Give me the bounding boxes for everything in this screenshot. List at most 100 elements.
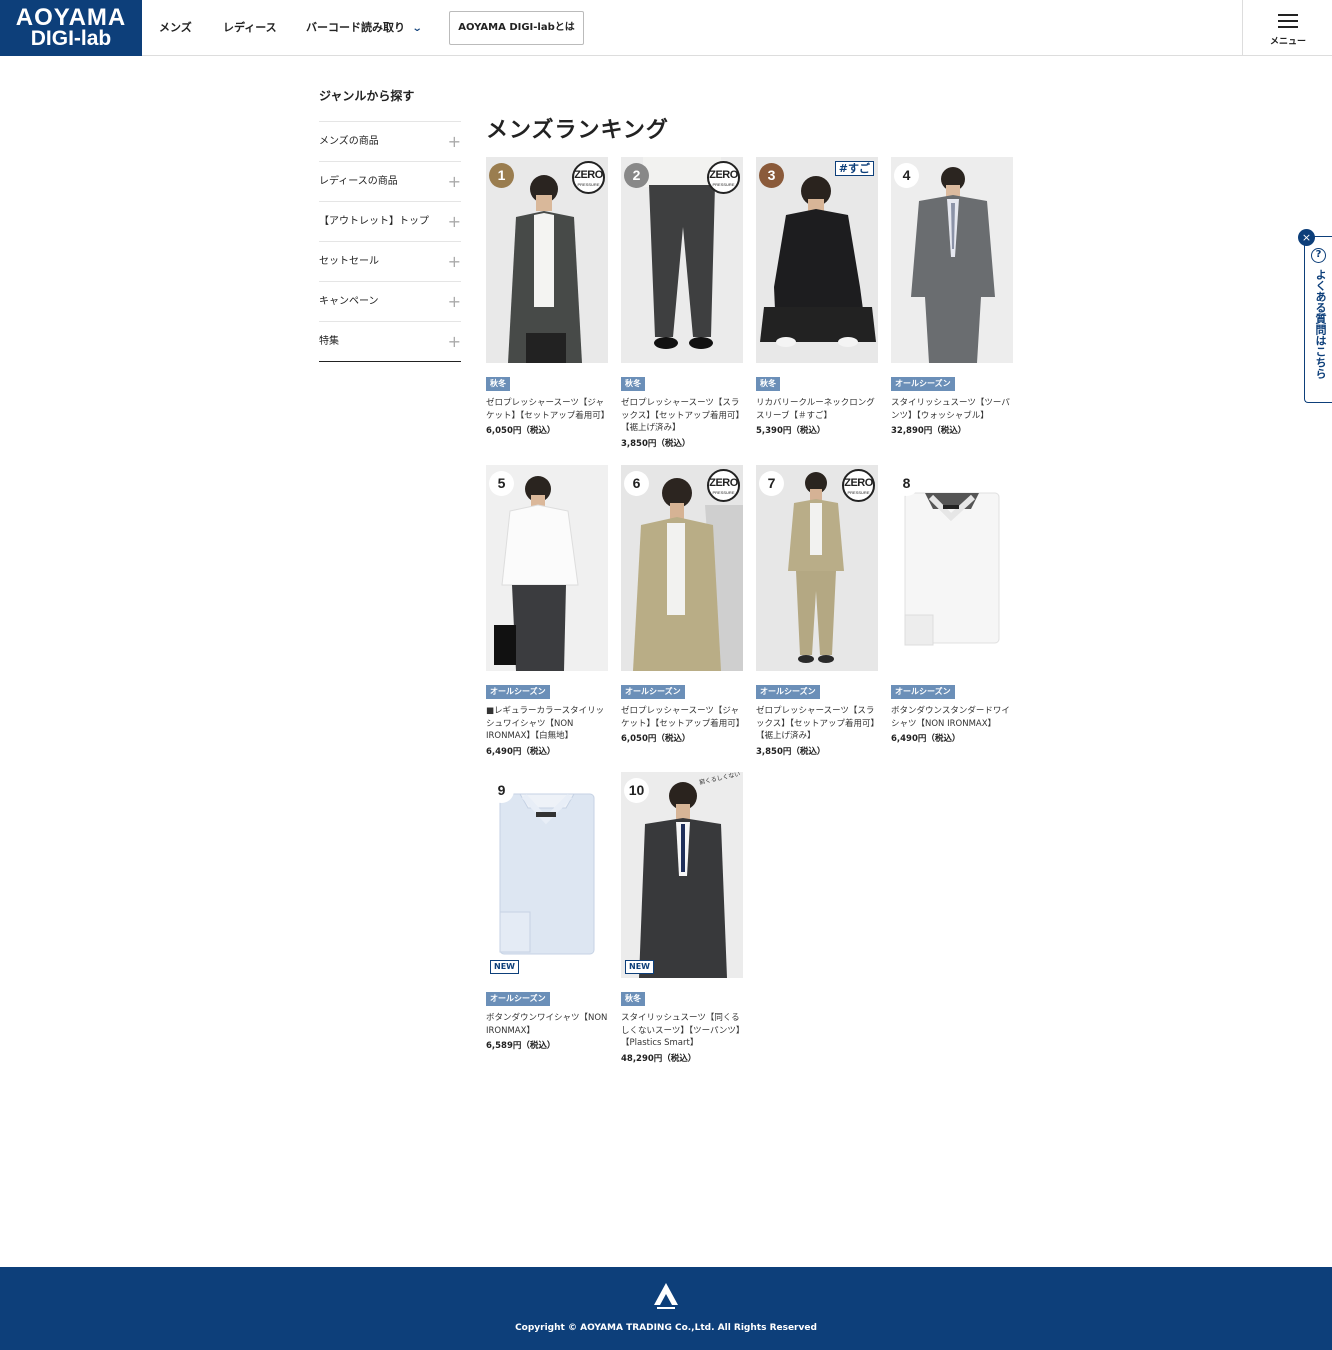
product-image[interactable]: 7 ZERO PRESSURE: [756, 465, 878, 671]
product-image[interactable]: 5: [486, 465, 608, 671]
rank-badge: 6: [624, 471, 649, 496]
folded-white-shirt-photo: [891, 465, 1013, 671]
product-card-rank-2[interactable]: 2 ZERO PRESSURE 秋冬 ゼロプレッシャースーツ【スラックス】【セット…: [621, 157, 743, 450]
rank-badge: 7: [759, 471, 784, 496]
zero-badge-text: ZERO: [709, 477, 738, 489]
plus-icon: +: [447, 332, 461, 351]
new-badge: NEW: [490, 960, 519, 974]
close-icon[interactable]: ×: [1298, 229, 1315, 246]
product-name[interactable]: スタイリッシュスーツ【ツーパンツ】【ウォッシャブル】: [891, 397, 1013, 422]
rank-badge: 10: [624, 778, 649, 803]
aoyama-footer-logo[interactable]: [651, 1281, 681, 1311]
rank-badge: 8: [894, 471, 919, 496]
season-tag: オールシーズン: [891, 685, 955, 699]
plus-icon: +: [447, 172, 461, 191]
season-tag: オールシーズン: [486, 685, 550, 699]
season-tag: 秋冬: [486, 377, 510, 391]
plus-icon: +: [447, 252, 461, 271]
product-price: 6,589円（税込）: [486, 1041, 556, 1051]
product-image[interactable]: 6 ZERO PRESSURE: [621, 465, 743, 671]
product-card-rank-9[interactable]: 9 NEW オールシーズン ボタンダウンワイシャツ【NON IRONMAX】 6…: [486, 772, 608, 1052]
rank-badge: 2: [624, 163, 649, 188]
sidebar-item-mens[interactable]: メンズの商品 +: [319, 122, 461, 162]
product-name[interactable]: ボタンダウンワイシャツ【NON IRONMAX】: [486, 1012, 608, 1037]
zero-badge-subtext: PRESSURE: [712, 182, 735, 187]
sidebar-item-set-sale[interactable]: セットセール +: [319, 242, 461, 282]
product-name[interactable]: ボタンダウンスタンダードワイシャツ【NON IRONMAX】: [891, 705, 1013, 730]
plus-icon: +: [447, 132, 461, 151]
sidebar-item-label: 特集: [319, 336, 339, 347]
sidebar-item-label: レディースの商品: [319, 176, 398, 187]
folded-blue-shirt-photo: [486, 772, 608, 978]
product-name[interactable]: リカバリークルーネックロングスリーブ【＃すご】: [756, 397, 878, 422]
product-image[interactable]: 10 窮くるしくない NEW: [621, 772, 743, 978]
product-name[interactable]: ゼロプレッシャースーツ【スラックス】【セットアップ着用可】【裾上げ済み】: [621, 397, 743, 435]
product-image[interactable]: 3 #すご: [756, 157, 878, 363]
model-white-shirt-photo: [486, 465, 608, 671]
season-tag: オールシーズン: [486, 992, 550, 1006]
sidebar-title: ジャンルから探す: [319, 86, 461, 122]
product-price: 48,290円（税込）: [621, 1053, 697, 1064]
rank-badge: 5: [489, 471, 514, 496]
product-image[interactable]: 4: [891, 157, 1013, 363]
copyright-text: Copyright © AOYAMA TRADING Co.,Ltd. All …: [515, 1323, 817, 1333]
season-tag: 秋冬: [621, 992, 645, 1006]
new-badge: NEW: [625, 960, 654, 974]
product-image[interactable]: 1 ZERO PRESSURE: [486, 157, 608, 363]
product-card-rank-4[interactable]: 4 オールシーズン スタイリッシュスーツ【ツーパンツ】【ウォッシャブル】 32,…: [891, 157, 1013, 437]
zero-badge-subtext: PRESSURE: [577, 182, 600, 187]
product-price: 6,050円（税込）: [486, 426, 556, 436]
faq-label: よくある質問はこちら: [1314, 269, 1327, 379]
model-suit-photo: [891, 157, 1013, 363]
product-card-rank-6[interactable]: 6 ZERO PRESSURE オールシーズン ゼロプレッシャースーツ【ジャケット…: [621, 465, 744, 745]
product-image[interactable]: 8: [891, 465, 1013, 671]
product-card-rank-5[interactable]: 5 オールシーズン ■レギュラーカラースタイリッシュワイシャツ【NON IRON…: [486, 465, 608, 758]
product-card-rank-8[interactable]: 8 オールシーズン ボタンダウンスタンダードワイシャツ【NON IRONMAX】…: [891, 465, 1013, 745]
season-tag: オールシーズン: [756, 685, 820, 699]
zero-badge-subtext: PRESSURE: [847, 490, 870, 495]
faq-side-tab[interactable]: ? よくある質問はこちら: [1304, 236, 1332, 403]
product-price: 6,490円（税込）: [486, 746, 556, 757]
product-image[interactable]: 2 ZERO PRESSURE: [621, 157, 743, 363]
about-digilab-button[interactable]: AOYAMA DIGI-labとは: [449, 11, 584, 45]
zero-badge-subtext: PRESSURE: [712, 490, 735, 495]
zero-pressure-badge: ZERO PRESSURE: [707, 161, 740, 194]
sidebar-item-outlet[interactable]: 【アウトレット】トップ +: [319, 202, 461, 242]
product-price: 5,390円（税込）: [756, 426, 826, 436]
product-price: 6,490円（税込）: [891, 734, 961, 744]
product-card-rank-7[interactable]: 7 ZERO PRESSURE オールシーズン ゼロプレッシャースーツ【スラックス…: [756, 465, 878, 758]
zero-pressure-badge: ZERO PRESSURE: [572, 161, 605, 194]
sidebar-item-label: メンズの商品: [319, 136, 379, 147]
product-card-rank-3[interactable]: 3 #すご 秋冬 リカバリークルーネックロングスリーブ【＃すご】 5,390円（…: [756, 157, 878, 437]
site-footer: Copyright © AOYAMA TRADING Co.,Ltd. All …: [0, 1267, 1332, 1350]
product-name[interactable]: ■レギュラーカラースタイリッシュワイシャツ【NON IRONMAX】【白無地】: [486, 705, 608, 743]
product-card-rank-10[interactable]: 10 窮くるしくない NEW 秋冬 スタイリッシュスーツ【同くるしくないスーツ】…: [621, 772, 743, 1065]
plus-icon: +: [447, 212, 461, 231]
model-dark-suit-photo: [621, 772, 743, 978]
hamburger-menu-button[interactable]: メニュー: [1242, 0, 1332, 56]
sidebar-item-feature[interactable]: 特集 +: [319, 322, 461, 362]
sidebar-item-ladies[interactable]: レディースの商品 +: [319, 162, 461, 202]
product-name[interactable]: ゼロプレッシャースーツ【ジャケット】【セットアップ着用可】: [486, 397, 609, 422]
product-card-rank-1[interactable]: 1 ZERO PRESSURE 秋冬 ゼロプレッシャースーツ【ジャケット】【セット…: [486, 157, 609, 437]
sidebar-item-label: キャンペーン: [319, 296, 379, 307]
nav-barcode-dropdown[interactable]: バーコード読み取り ⌄: [306, 0, 423, 56]
product-price: 6,050円（税込）: [621, 734, 691, 744]
product-name[interactable]: ゼロプレッシャースーツ【ジャケット】【セットアップ着用可】: [621, 705, 744, 730]
season-tag: オールシーズン: [891, 377, 955, 391]
rank-badge: 3: [759, 163, 784, 188]
page-title: メンズランキング: [486, 118, 669, 143]
site-logo[interactable]: AOYAMA DIGI-lab: [0, 0, 142, 56]
nav-mens[interactable]: メンズ: [159, 0, 192, 56]
sidebar-item-campaign[interactable]: キャンペーン +: [319, 282, 461, 322]
nav-barcode-label: バーコード読み取り: [306, 21, 405, 34]
product-name[interactable]: ゼロプレッシャースーツ【スラックス】【セットアップ着用可】【裾上げ済み】: [756, 705, 878, 743]
product-image[interactable]: 9 NEW: [486, 772, 608, 978]
product-price: 32,890円（税込）: [891, 426, 967, 436]
hamburger-icon: [1278, 14, 1298, 30]
menu-label: メニュー: [1269, 37, 1306, 47]
product-name[interactable]: スタイリッシュスーツ【同くるしくないスーツ】【ツーパンツ】【Plastics S…: [621, 1012, 743, 1050]
nav-ladies[interactable]: レディース: [223, 0, 277, 56]
zero-badge-text: ZERO: [709, 169, 738, 181]
product-price: 3,850円（税込）: [756, 746, 826, 757]
